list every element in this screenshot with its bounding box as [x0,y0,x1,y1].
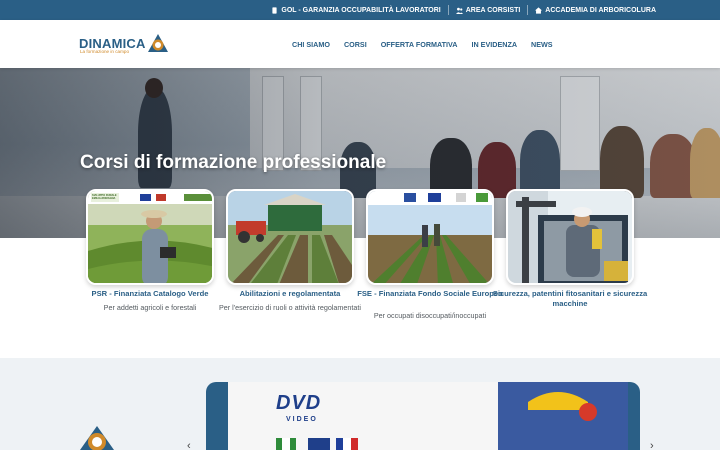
card-sicurezza-title[interactable]: Sicurezza, patentini fitosanitari e sicu… [490,289,650,309]
hero-title: Corsi di formazione professionale [80,152,387,173]
card-psr-image[interactable]: SVILUPPO RURALE EMILIA-ROMAGNA [86,189,214,285]
gol-link-label: GOL - GARANZIA OCCUPABILITÀ LAVORATORI [281,6,441,14]
accademia-link[interactable]: ACCADEMIA DI ARBORICOLURA [535,7,656,14]
users-icon [455,7,463,14]
nav-news[interactable]: NEWS [531,40,553,49]
main-nav: CHI SIAMO CORSI OFFERTA FORMATIVA IN EVI… [292,40,553,49]
area-corsisti-label: AREA CORSISTI [465,6,521,14]
gol-link[interactable]: GOL - GARANZIA OCCUPABILITÀ LAVORATORI [271,6,441,14]
top-bar: GOL - GARANZIA OCCUPABILITÀ LAVORATORI A… [0,0,720,20]
nav-offerta-formativa[interactable]: OFFERTA FORMATIVA [381,40,458,49]
nav-chi-siamo[interactable]: CHI SIAMO [292,40,330,49]
slide-image: DVD VIDEO [228,382,628,450]
home-icon [535,6,543,14]
card-psr-desc: Per addetti agricoli e forestali [103,303,197,312]
nav-in-evidenza[interactable]: IN EVIDENZA [472,40,518,49]
area-corsisti-link[interactable]: AREA CORSISTI [455,6,521,14]
card-sicurezza-image[interactable] [506,189,634,285]
card-fse-image[interactable] [366,189,494,285]
field-photo [368,191,492,283]
document-icon [272,6,278,14]
card-fse-title[interactable]: FSE - Finanziata Fondo Sociale Europeo [350,289,510,299]
card-abilitazioni-desc: Per l'esercizio di ruoli o attività rego… [219,303,361,312]
topbar-divider [447,5,449,15]
logo-tagline: La formazione in campo [80,49,130,54]
card-psr-title[interactable]: PSR - Finanziata Catalogo Verde [70,289,230,299]
main-header: DINAMICA La formazione in campo CHI SIAM… [0,20,720,68]
tractor-photo [228,191,352,283]
farmer-photo [88,191,212,283]
logo[interactable]: DINAMICA La formazione in campo [79,33,171,57]
dinamica-emblem-icon [80,426,114,450]
forklift-photo [508,191,632,283]
slider-prev-icon[interactable]: ‹ [187,440,191,450]
video-text: VIDEO [286,416,318,423]
card-abilitazioni-title[interactable]: Abilitazioni e regolamentata [210,289,370,299]
logo-mark-icon [148,34,168,52]
psr-banner-text: SVILUPPO RURALE EMILIA-ROMAGNA [92,194,117,200]
card-abilitazioni-image[interactable] [226,189,354,285]
accademia-label: ACCADEMIA DI ARBORICOLURA [545,6,656,14]
video-slider[interactable]: DVD VIDEO [206,382,640,450]
card-fse-desc: Per occupati disoccupati/inoccupati [373,311,487,320]
slider-next-icon[interactable]: › [650,440,654,450]
topbar-divider [527,5,529,15]
dvd-text: DVD [276,392,322,414]
nav-corsi[interactable]: CORSI [344,40,367,49]
